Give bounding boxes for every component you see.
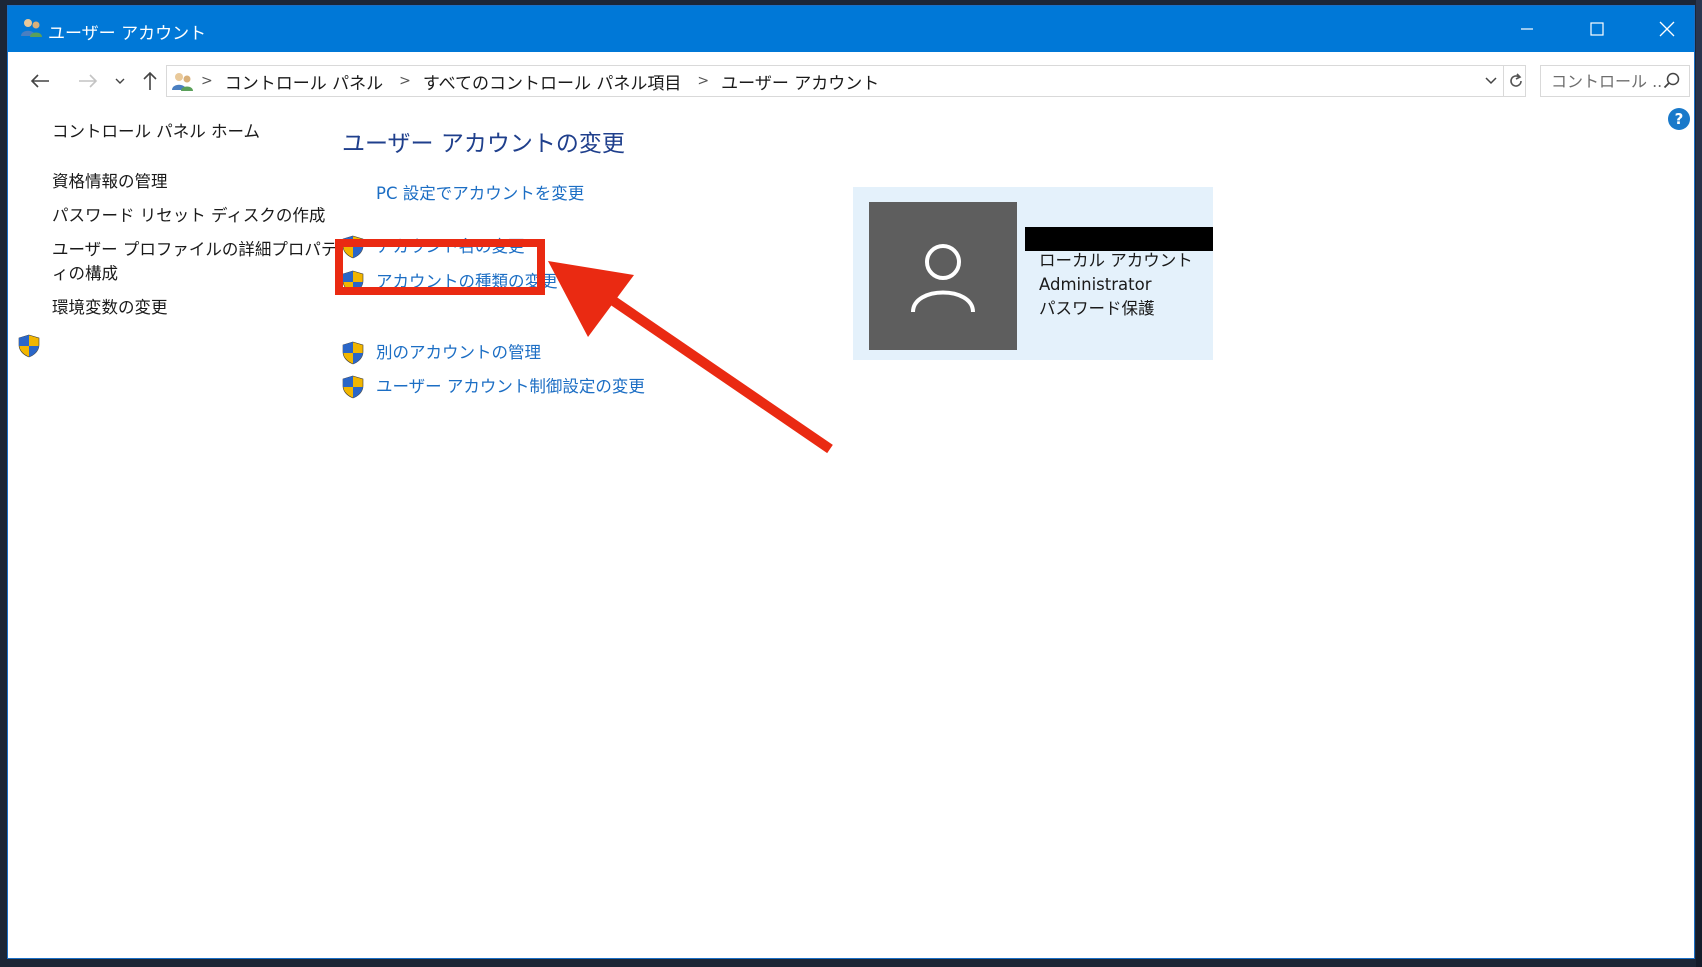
close-icon [1659, 21, 1675, 37]
breadcrumb-user-accounts[interactable]: ユーザー アカウント [721, 69, 879, 94]
user-accounts-icon [21, 19, 42, 37]
task-manage-another-account-link[interactable]: 別のアカウントの管理 [376, 341, 541, 365]
account-protection-label: パスワード保護 [1039, 299, 1155, 318]
search-input[interactable] [1541, 66, 1663, 96]
uac-shield-icon [342, 375, 364, 399]
maximize-button[interactable] [1562, 6, 1632, 52]
minimize-button[interactable] [1492, 6, 1562, 52]
close-button[interactable] [1632, 6, 1694, 52]
back-button[interactable] [26, 66, 54, 96]
forward-arrow-icon [79, 74, 98, 88]
breadcrumb-separator-icon[interactable]: > [697, 73, 709, 89]
navigation-bar: > コントロール パネル > すべてのコントロール パネル項目 > ユーザー ア… [8, 52, 1694, 110]
user-accounts-icon [172, 73, 193, 91]
user-avatar-icon [911, 244, 975, 313]
account-type-label: ローカル アカウント [1039, 251, 1193, 270]
annotation-arrow-icon [548, 261, 833, 454]
breadcrumb-separator-icon[interactable]: > [399, 73, 411, 89]
uac-shield-icon [18, 334, 40, 358]
desktop-background [1696, 0, 1702, 967]
breadcrumb-separator-icon[interactable]: > [201, 73, 213, 89]
search-icon[interactable] [1663, 72, 1681, 90]
up-arrow-icon [143, 71, 157, 90]
refresh-button[interactable] [1503, 66, 1528, 96]
sidebar-item-environment-variables[interactable]: 環境変数の変更 [52, 296, 168, 320]
address-bar[interactable]: > コントロール パネル > すべてのコントロール パネル項目 > ユーザー ア… [166, 65, 1526, 97]
address-dropdown-button[interactable] [1479, 66, 1503, 96]
uac-shield-icon [342, 341, 364, 365]
annotation-highlight-box [335, 239, 545, 295]
help-icon[interactable]: ? [1668, 108, 1690, 130]
minimize-icon [1521, 28, 1533, 30]
user-accounts-window: ユーザー アカウント > コントロール パネル > すべてのコントロール パネル… [8, 6, 1694, 958]
title-bar: ユーザー アカウント [8, 6, 1694, 52]
task-pc-settings-link[interactable]: PC 設定でアカウントを変更 [376, 182, 584, 206]
maximize-icon [1590, 22, 1604, 36]
sidebar-item-advanced-profile-line2[interactable]: ィの構成 [52, 262, 118, 286]
sidebar-item-control-panel-home[interactable]: コントロール パネル ホーム [52, 120, 260, 144]
back-arrow-icon [30, 74, 49, 88]
avatar [869, 202, 1017, 350]
account-card: ローカル アカウント Administrator パスワード保護 [853, 187, 1213, 360]
chevron-down-icon [1485, 77, 1497, 85]
search-box[interactable] [1540, 65, 1690, 97]
breadcrumb: > コントロール パネル > すべてのコントロール パネル項目 > ユーザー ア… [199, 66, 879, 96]
account-group-label: Administrator [1039, 275, 1152, 294]
refresh-icon [1510, 73, 1522, 87]
recent-locations-button[interactable] [110, 66, 130, 96]
sidebar-item-credential-manager[interactable]: 資格情報の管理 [52, 170, 168, 194]
chevron-down-icon [115, 78, 125, 84]
up-button[interactable] [136, 66, 164, 96]
sidebar-item-password-reset-disk[interactable]: パスワード リセット ディスクの作成 [52, 204, 325, 228]
breadcrumb-all-items[interactable]: すべてのコントロール パネル項目 [423, 69, 682, 94]
redacted-account-name [1025, 227, 1213, 251]
page-title: ユーザー アカウントの変更 [342, 131, 625, 157]
sidebar-item-advanced-profile-line1[interactable]: ユーザー プロファイルの詳細プロパテ [52, 238, 337, 262]
forward-button[interactable] [74, 66, 102, 96]
window-title: ユーザー アカウント [48, 24, 207, 44]
breadcrumb-control-panel[interactable]: コントロール パネル [225, 69, 383, 94]
